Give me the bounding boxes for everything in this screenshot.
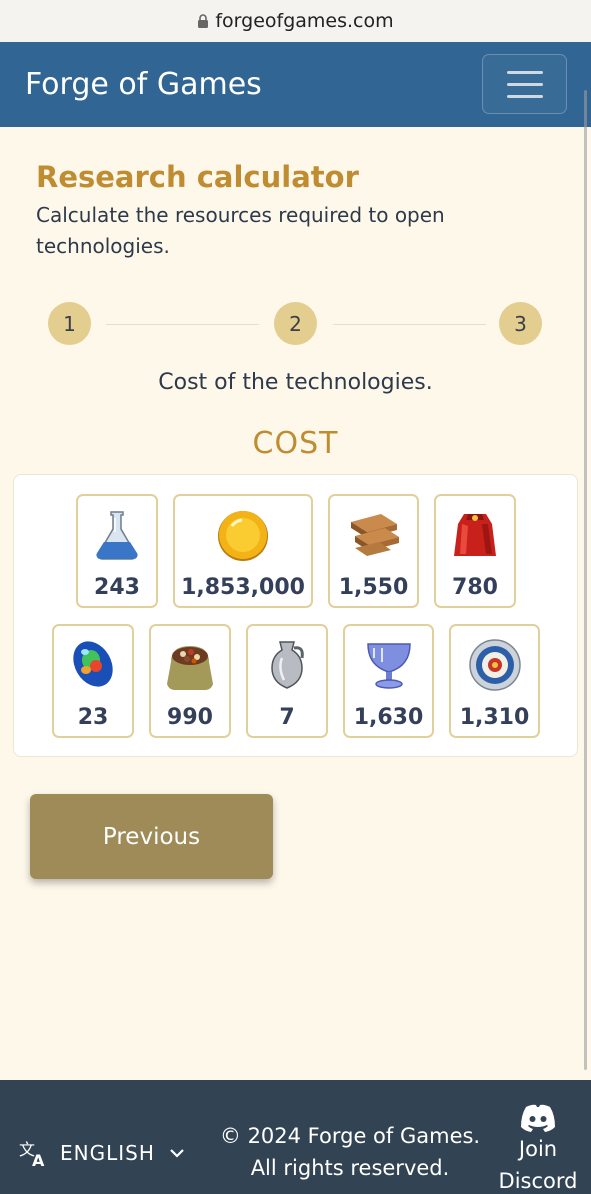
stepper: 1 2 3	[48, 302, 542, 346]
cost-panel: 243 1,853,000 1,550 780 23 990 7 1,630 1…	[13, 474, 578, 757]
cloak-icon	[454, 514, 496, 556]
resource-card: 780	[434, 494, 516, 608]
previous-button[interactable]: Previous	[30, 794, 273, 879]
plate-icon	[468, 639, 521, 691]
resource-card: 1,550	[328, 494, 419, 608]
join-discord-label: Join Discord	[498, 1137, 578, 1193]
chevron-down-icon	[170, 1149, 184, 1158]
hamburger-icon-bar	[506, 94, 543, 98]
resource-card: 23	[52, 624, 134, 738]
copyright-text: © 2024 Forge of Games. All rights reserv…	[219, 1124, 481, 1180]
resource-card: 243	[76, 494, 158, 608]
resource-card: 1,853,000	[173, 494, 313, 608]
step-connector	[106, 324, 259, 325]
brand-link[interactable]: Forge of Games	[25, 67, 262, 102]
menu-toggle-button[interactable]	[482, 54, 567, 114]
browser-url-bar[interactable]: forgeofgames.com	[0, 0, 591, 42]
resource-card: 1,310	[449, 624, 540, 738]
resource-value: 7	[279, 705, 295, 730]
resource-card: 7	[246, 624, 328, 738]
resource-value: 1,630	[353, 705, 424, 730]
resource-value: 1,310	[459, 705, 530, 730]
sack-icon	[167, 646, 213, 690]
resource-value: 990	[167, 705, 213, 730]
step-1[interactable]: 1	[48, 302, 91, 345]
page-title: Research calculator	[36, 160, 359, 194]
gem-icon	[73, 641, 113, 687]
translate-icon: 文 A	[19, 1140, 45, 1168]
url-text: forgeofgames.com	[215, 10, 394, 32]
hamburger-icon	[506, 70, 543, 74]
goblet-icon	[366, 643, 411, 689]
step-2[interactable]: 2	[274, 302, 317, 345]
amphora-icon	[271, 641, 304, 689]
discord-icon	[521, 1104, 555, 1132]
lumber-icon	[350, 514, 399, 556]
resource-value: 780	[452, 575, 498, 600]
flask-icon	[96, 511, 138, 560]
cost-caption: Cost of the technologies.	[158, 370, 433, 395]
lock-icon	[198, 14, 209, 28]
resource-value: 1,853,000	[181, 575, 305, 600]
step-connector	[333, 324, 486, 325]
step-3[interactable]: 3	[499, 302, 542, 345]
hamburger-icon-bar	[506, 82, 543, 86]
coin-icon	[218, 511, 268, 561]
resource-value: 1,550	[338, 575, 409, 600]
cost-header: COST	[252, 426, 339, 461]
svg-text:A: A	[32, 1151, 45, 1168]
navbar: Forge of Games	[0, 42, 591, 127]
resource-card: 1,630	[343, 624, 434, 738]
language-selector[interactable]: 文 A ENGLISH	[18, 1138, 185, 1168]
page-subtitle: Calculate the resources required to open…	[36, 203, 445, 258]
resource-card: 990	[149, 624, 231, 738]
join-discord-link[interactable]: Join Discord	[497, 1103, 579, 1194]
scrollbar[interactable]	[584, 90, 587, 1070]
resource-value: 243	[94, 575, 140, 600]
resource-value: 23	[77, 705, 109, 730]
language-label: ENGLISH	[60, 1141, 155, 1165]
